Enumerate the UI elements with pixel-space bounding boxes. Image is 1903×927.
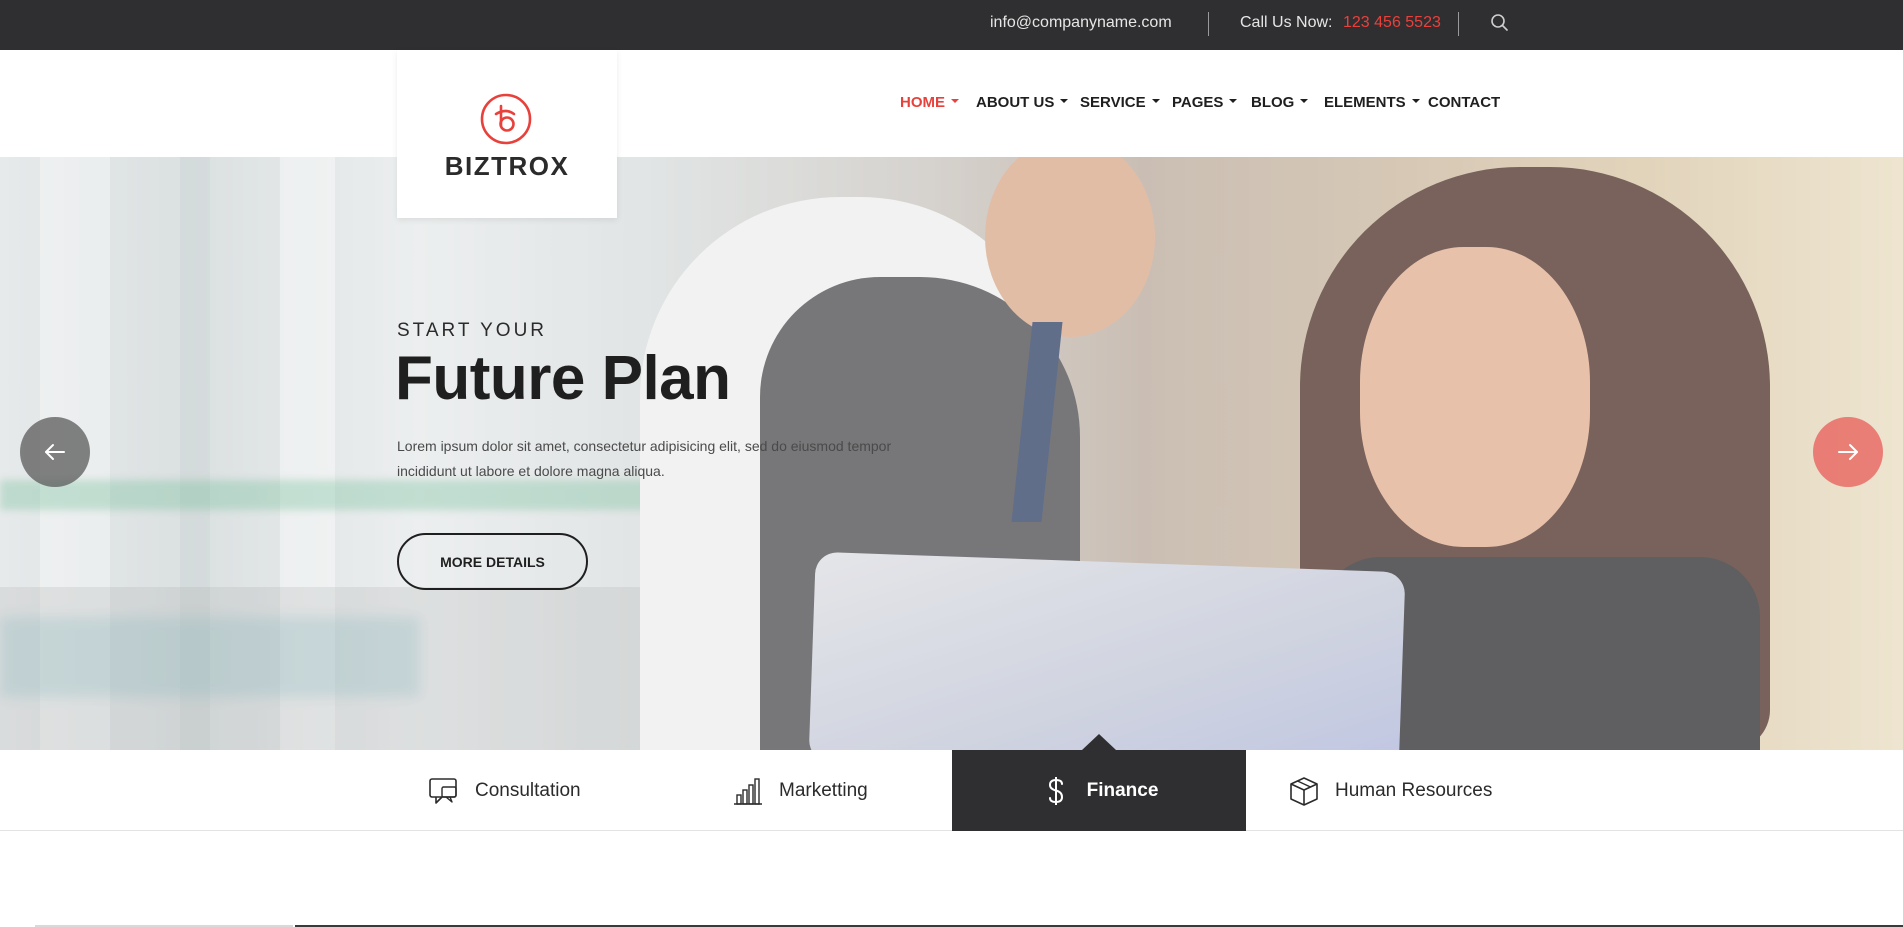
arrow-right-icon [1838, 444, 1858, 460]
contact-email[interactable]: info@companyname.com [990, 13, 1172, 33]
nav-elements[interactable]: ELEMENTS [1324, 94, 1420, 112]
caret-down-icon [1300, 99, 1309, 104]
nav-about-us[interactable]: ABOUT US [976, 94, 1069, 112]
nav-contact[interactable]: CONTACT [1428, 94, 1500, 112]
nav-home[interactable]: HOME [900, 94, 959, 112]
hero-title: Future Plan [395, 344, 731, 413]
chat-bubbles-icon [429, 777, 457, 804]
arrow-left-icon [45, 444, 65, 460]
hero-overlay [0, 157, 1903, 750]
nav-label: PAGES [1172, 94, 1224, 111]
topbar-divider [1208, 12, 1209, 36]
hero-description: Lorem ipsum dolor sit amet, consectetur … [397, 438, 892, 479]
nav-label: SERVICE [1080, 94, 1146, 111]
tab-label: Human Resources [1335, 779, 1493, 801]
tab-marketting[interactable]: Marketting [732, 750, 932, 831]
tab-consultation[interactable]: Consultation [428, 750, 628, 831]
nav-label: CONTACT [1428, 94, 1501, 111]
slider-prev-button[interactable] [20, 417, 90, 487]
nav-service[interactable]: SERVICE [1080, 94, 1160, 112]
slider-next-button[interactable] [1813, 417, 1883, 487]
hero-slider: START YOUR Future Plan Lorem ipsum dolor… [0, 157, 1903, 750]
tab-label: Consultation [475, 779, 581, 801]
hero-pre-title: START YOUR [397, 320, 548, 341]
caret-down-icon [1151, 99, 1160, 104]
tab-finance[interactable]: Finance [952, 750, 1246, 831]
nav-label: ABOUT US [976, 94, 1055, 111]
nav-blog[interactable]: BLOG [1251, 94, 1309, 112]
nav-label: BLOG [1251, 94, 1295, 111]
active-tab-pointer [1082, 734, 1116, 750]
main-header: BIZTROX HOME ABOUT US SERVICE PAGES BLOG… [0, 50, 1903, 218]
search-icon[interactable] [1489, 12, 1511, 34]
caret-down-icon [951, 99, 959, 104]
box-icon [1290, 776, 1318, 806]
caret-down-icon [1060, 99, 1069, 104]
nav-pages[interactable]: PAGES [1172, 94, 1238, 112]
nav-label: HOME [900, 94, 945, 111]
service-tabs: Consultation Marketting Finance Human Re… [0, 750, 1903, 831]
dollar-icon [1048, 776, 1063, 805]
phone-number[interactable]: 123 456 5523 [1343, 13, 1441, 33]
call-label: Call Us Now: [1240, 14, 1333, 31]
nav-label: ELEMENTS [1324, 94, 1406, 111]
caret-down-icon [1229, 99, 1238, 104]
caret-down-icon [1411, 99, 1420, 104]
tab-label: Finance [1086, 779, 1159, 801]
more-details-button[interactable]: MORE DETAILS [397, 533, 588, 590]
site-logo[interactable]: BIZTROX [397, 50, 617, 218]
bar-chart-icon [734, 777, 762, 805]
tab-human-resources[interactable]: Human Resources [1288, 750, 1528, 831]
tab-label: Marketting [779, 779, 868, 801]
top-bar: info@companyname.com Call Us Now: 123 45… [0, 0, 1903, 50]
brand-name: BIZTROX [444, 151, 570, 181]
biztrox-logo-icon [480, 93, 532, 145]
topbar-divider [1458, 12, 1459, 36]
